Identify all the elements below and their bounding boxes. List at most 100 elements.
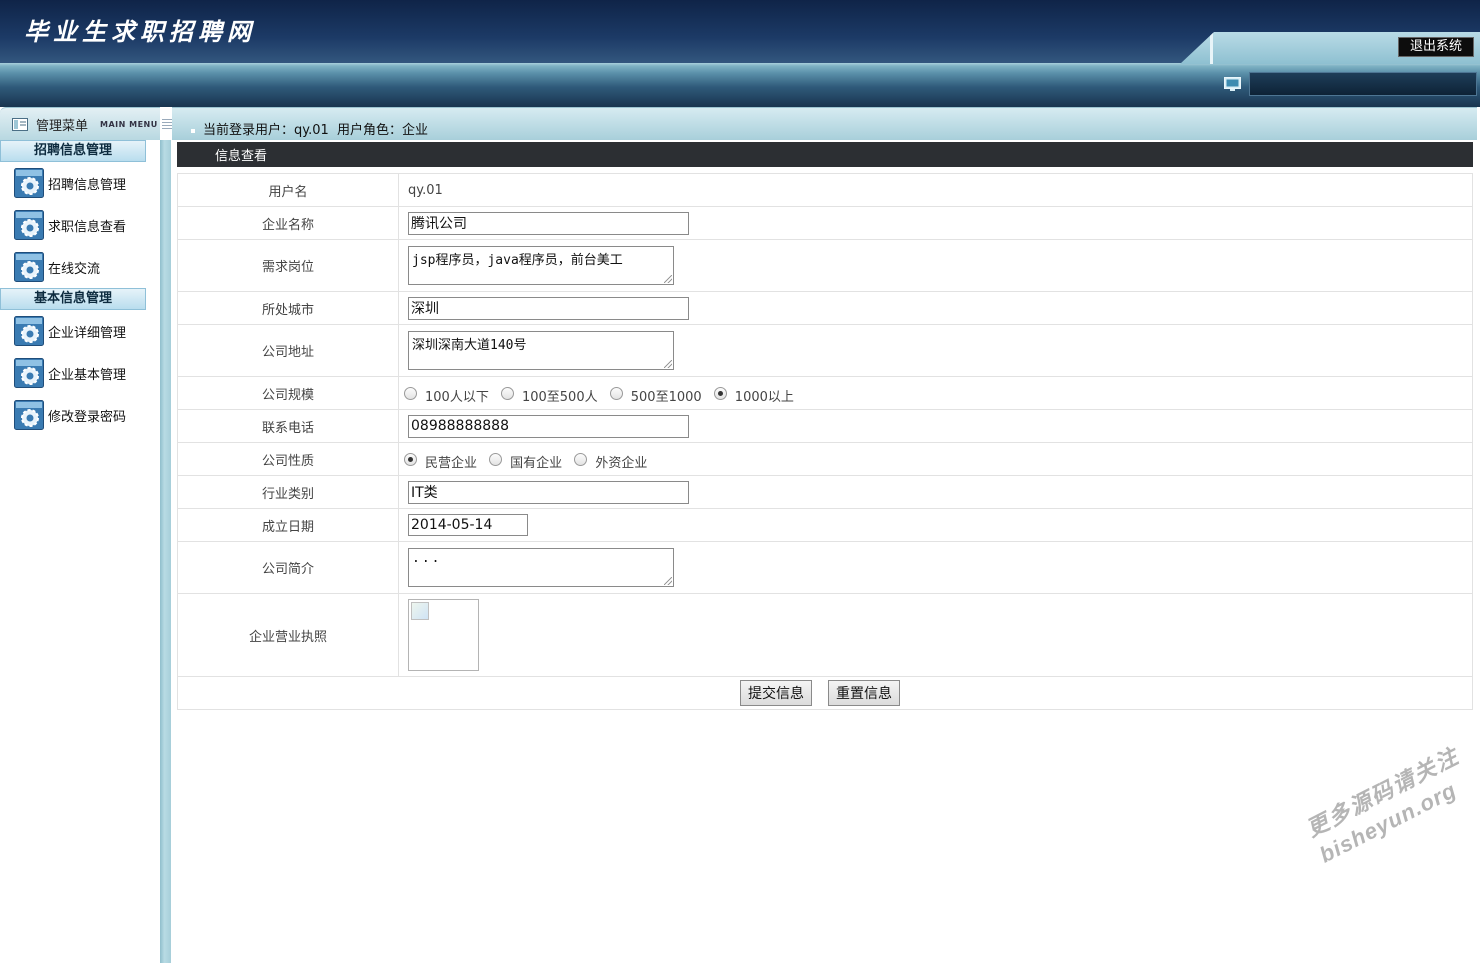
row-city: 所处城市 bbox=[177, 291, 1473, 325]
gear-icon bbox=[14, 400, 44, 430]
radio-icon bbox=[404, 387, 417, 400]
monitor-icon bbox=[1224, 77, 1241, 91]
row-actions: 提交信息 重置信息 bbox=[177, 676, 1473, 710]
gear-icon bbox=[14, 316, 44, 346]
company-info-form: 用户名 qy.01 企业名称 需求岗位 jsp程序员，java程序员，前台美工 … bbox=[177, 173, 1473, 710]
bullet-icon bbox=[191, 128, 195, 133]
radio-icon bbox=[500, 387, 514, 400]
main-panel: 信息查看 用户名 qy.01 企业名称 需求岗位 jsp程序员，java程序员，… bbox=[177, 142, 1473, 710]
top-header: 毕业生求职招聘网 退出系统 bbox=[0, 0, 1480, 107]
phone-input[interactable] bbox=[408, 414, 689, 438]
city-label: 所处城市 bbox=[177, 291, 399, 325]
city-input[interactable] bbox=[408, 296, 689, 320]
phone-label: 联系电话 bbox=[177, 409, 399, 443]
menu-title: 管理菜单 bbox=[36, 118, 89, 134]
scale-option-label: 100至500人 bbox=[521, 390, 598, 405]
founded-label: 成立日期 bbox=[177, 508, 399, 542]
row-company-name: 企业名称 bbox=[177, 206, 1473, 240]
license-label: 企业营业执照 bbox=[177, 593, 399, 677]
sidebar-item-0-1[interactable]: 求职信息查看 bbox=[0, 204, 160, 246]
sidebar-divider[interactable] bbox=[160, 140, 171, 963]
company-name-input[interactable] bbox=[408, 211, 689, 235]
scale-option-3[interactable]: 1000以上 bbox=[713, 386, 794, 405]
row-scale: 公司规模 100人以下 100至500人 500至1000 1000以上 bbox=[177, 376, 1473, 410]
company-name-label: 企业名称 bbox=[177, 206, 399, 240]
sidebar-item-0-0[interactable]: 招聘信息管理 bbox=[0, 162, 160, 204]
logout-button[interactable]: 退出系统 bbox=[1398, 37, 1474, 57]
founded-date-input[interactable] bbox=[408, 514, 528, 536]
group-basic-heading[interactable]: 基本信息管理 bbox=[0, 288, 146, 310]
submit-button[interactable]: 提交信息 bbox=[740, 680, 812, 706]
row-username: 用户名 qy.01 bbox=[177, 173, 1473, 207]
sidebar: 管理菜单 MAIN MENU 招聘信息管理 招聘信息管理 求职信息查看 在线交流 基… bbox=[0, 107, 160, 963]
radio-selected-icon bbox=[404, 453, 417, 466]
row-license: 企业营业执照 bbox=[177, 593, 1473, 677]
sidebar-item-1-2[interactable]: 修改登录密码 bbox=[0, 394, 160, 436]
scale-option-0[interactable]: 100人以下 bbox=[404, 386, 489, 405]
sidebar-item-label: 修改登录密码 bbox=[48, 409, 127, 425]
login-info-text: 当前登录用户：qy.01 用户角色：企业 bbox=[203, 123, 429, 138]
nature-label: 公司性质 bbox=[177, 442, 399, 476]
nature-option-0[interactable]: 民营企业 bbox=[404, 452, 477, 471]
intro-label: 公司简介 bbox=[177, 541, 399, 594]
username-label: 用户名 bbox=[177, 173, 399, 207]
address-textarea[interactable]: 深圳深南大道140号 bbox=[408, 331, 674, 370]
row-industry: 行业类别 bbox=[177, 475, 1473, 509]
radio-icon bbox=[574, 453, 588, 466]
nature-option-label: 外资企业 bbox=[595, 456, 648, 471]
radio-icon bbox=[609, 387, 623, 400]
address-label: 公司地址 bbox=[177, 324, 399, 377]
row-positions: 需求岗位 jsp程序员，java程序员，前台美工 bbox=[177, 239, 1473, 292]
intro-textarea[interactable]: ... bbox=[408, 548, 674, 587]
radio-icon bbox=[489, 453, 503, 466]
gear-icon bbox=[14, 210, 44, 240]
sidebar-item-label: 企业基本管理 bbox=[48, 367, 127, 383]
site-logo-title: 毕业生求职招聘网 bbox=[24, 17, 256, 46]
gear-icon bbox=[14, 252, 44, 282]
row-intro: 公司简介 ... bbox=[177, 541, 1473, 594]
positions-label: 需求岗位 bbox=[177, 239, 399, 292]
scale-radio-group: 100人以下 100至500人 500至1000 1000以上 bbox=[398, 376, 1473, 410]
industry-label: 行业类别 bbox=[177, 475, 399, 509]
nature-option-2[interactable]: 外资企业 bbox=[574, 452, 647, 471]
radio-selected-icon bbox=[713, 387, 727, 400]
grip-icon bbox=[162, 119, 172, 131]
scale-option-2[interactable]: 500至1000 bbox=[609, 386, 702, 405]
license-image[interactable] bbox=[408, 599, 479, 671]
username-value: qy.01 bbox=[398, 173, 1473, 207]
watermark: 更多源码请关注 bisheyun.org bbox=[1300, 739, 1477, 869]
group-recruit-heading[interactable]: 招聘信息管理 bbox=[0, 140, 146, 162]
nature-option-1[interactable]: 国有企业 bbox=[489, 452, 562, 471]
row-phone: 联系电话 bbox=[177, 409, 1473, 443]
sidebar-header: 管理菜单 MAIN MENU bbox=[0, 107, 160, 140]
scale-option-label: 1000以上 bbox=[734, 390, 794, 405]
menu-subtitle: MAIN MENU bbox=[100, 119, 158, 129]
row-founded: 成立日期 bbox=[177, 508, 1473, 542]
panel-title: 信息查看 bbox=[177, 142, 1473, 167]
reset-button[interactable]: 重置信息 bbox=[828, 680, 900, 706]
status-strip: 当前登录用户：qy.01 用户角色：企业 bbox=[162, 107, 1477, 140]
scale-label: 公司规模 bbox=[177, 376, 399, 410]
scale-option-label: 500至1000 bbox=[630, 390, 702, 405]
sidebar-item-1-0[interactable]: 企业详细管理 bbox=[0, 310, 160, 352]
gear-icon bbox=[14, 168, 44, 198]
header-info-box bbox=[1249, 72, 1477, 96]
scale-option-1[interactable]: 100至500人 bbox=[500, 386, 598, 405]
sidebar-item-label: 求职信息查看 bbox=[48, 219, 127, 235]
login-info: 当前登录用户：qy.01 用户角色：企业 bbox=[191, 119, 428, 138]
nature-option-label: 国有企业 bbox=[510, 456, 563, 471]
scale-option-label: 100人以下 bbox=[425, 390, 489, 405]
gear-icon bbox=[14, 358, 44, 388]
sidebar-item-label: 在线交流 bbox=[48, 261, 101, 277]
sidebar-item-1-1[interactable]: 企业基本管理 bbox=[0, 352, 160, 394]
menu-icon bbox=[12, 117, 28, 131]
row-nature: 公司性质 民营企业 国有企业 外资企业 bbox=[177, 442, 1473, 476]
nature-option-label: 民营企业 bbox=[425, 456, 478, 471]
nature-radio-group: 民营企业 国有企业 外资企业 bbox=[398, 442, 1473, 476]
sidebar-item-label: 招聘信息管理 bbox=[48, 177, 127, 193]
sidebar-item-0-2[interactable]: 在线交流 bbox=[0, 246, 160, 288]
positions-textarea[interactable]: jsp程序员，java程序员，前台美工 bbox=[408, 246, 674, 285]
industry-input[interactable] bbox=[408, 480, 689, 504]
row-address: 公司地址 深圳深南大道140号 bbox=[177, 324, 1473, 377]
sidebar-item-label: 企业详细管理 bbox=[48, 325, 127, 341]
